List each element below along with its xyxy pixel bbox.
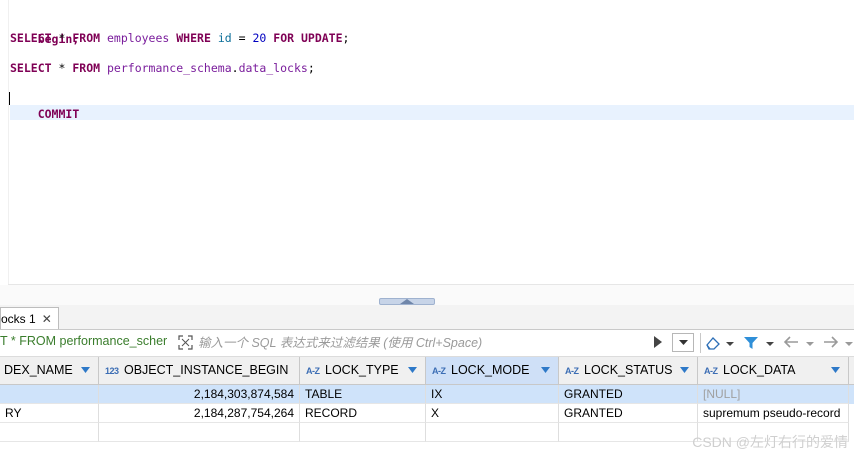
- semicolon-token: ;: [342, 31, 350, 45]
- keyword-where: WHERE: [176, 31, 211, 45]
- empty-cell: [559, 423, 698, 442]
- sort-icon[interactable]: [541, 367, 550, 373]
- dot-token: .: [231, 61, 239, 75]
- column-header-index-name[interactable]: DEX_NAME: [0, 357, 99, 385]
- cell-index-name[interactable]: [0, 385, 99, 404]
- keyword-commit: COMMIT: [37, 107, 80, 121]
- chevron-down-icon[interactable]: [845, 342, 853, 346]
- eraser-icon[interactable]: [704, 335, 722, 351]
- sort-icon[interactable]: [81, 367, 90, 373]
- empty-cell: [0, 423, 99, 442]
- close-icon[interactable]: ✕: [42, 308, 52, 330]
- column-header-label: DEX_NAME: [4, 363, 73, 377]
- code-line-2[interactable]: SELECT * FROM employees WHERE id = 20 FO…: [10, 30, 349, 46]
- query-text: T * FROM performance_scher: [0, 334, 168, 348]
- cell-index-name[interactable]: RY: [0, 404, 99, 423]
- arrow-left-icon[interactable]: [783, 335, 799, 349]
- equals-token: =: [238, 31, 246, 45]
- chevron-down-icon[interactable]: [726, 342, 734, 346]
- table-row[interactable]: 2,184,303,874,584 TABLE IX GRANTED [NULL…: [0, 385, 854, 404]
- semicolon-token: ;: [307, 61, 315, 75]
- table-identifier: data_locks: [238, 61, 308, 75]
- text-type-icon: A-Z: [432, 366, 446, 376]
- tab-label: ocks 1: [1, 311, 36, 326]
- keyword-select: SELECT: [10, 61, 52, 75]
- current-line-highlight: [10, 105, 854, 120]
- column-header-label: OBJECT_INSTANCE_BEGIN: [124, 363, 289, 377]
- column-header-lock-status[interactable]: A-Z LOCK_STATUS: [559, 357, 698, 385]
- tab-results-locks[interactable]: ocks 1 ✕: [0, 307, 59, 329]
- sort-icon[interactable]: [408, 367, 417, 373]
- text-type-icon: A-Z: [565, 366, 579, 376]
- sort-icon[interactable]: [680, 367, 689, 373]
- column-header-lock-mode[interactable]: A-Z LOCK_MODE: [426, 357, 559, 385]
- table-row[interactable]: RY 2,184,287,754,264 RECORD X GRANTED su…: [0, 404, 854, 423]
- keyword-for-update: FOR UPDATE: [273, 31, 343, 45]
- expand-icon[interactable]: [178, 335, 193, 350]
- star-token: *: [58, 61, 66, 75]
- cell-lock-status[interactable]: GRANTED: [559, 404, 698, 423]
- number-type-icon: 123: [105, 366, 119, 376]
- filter-icon[interactable]: [743, 335, 759, 351]
- number-literal: 20: [252, 31, 267, 45]
- keyword-from: FROM: [72, 31, 101, 45]
- code-line-1[interactable]: begin;: [10, 15, 80, 46]
- toolbar-divider: [700, 333, 701, 353]
- chevron-down-icon[interactable]: [806, 342, 814, 346]
- column-identifier: id: [217, 31, 232, 45]
- filter-history-dropdown[interactable]: [672, 333, 694, 352]
- column-header-label: LOCK_TYPE: [325, 363, 399, 377]
- splitter-handle[interactable]: [379, 298, 435, 305]
- cell-lock-type[interactable]: TABLE: [300, 385, 426, 404]
- column-header-object-instance-begin[interactable]: 123 OBJECT_INSTANCE_BEGIN: [99, 357, 300, 385]
- code-line-4[interactable]: COMMIT: [10, 90, 80, 121]
- text-type-icon: A-Z: [306, 366, 320, 376]
- column-header-label: LOCK_STATUS: [584, 363, 673, 377]
- empty-cell: [300, 423, 426, 442]
- column-header-filler: [849, 357, 854, 385]
- schema-identifier: performance_schema: [107, 61, 232, 75]
- cell-lock-type[interactable]: RECORD: [300, 404, 426, 423]
- keyword-from: FROM: [72, 61, 101, 75]
- cell-lock-mode[interactable]: IX: [426, 385, 559, 404]
- text-type-icon: A-Z: [704, 366, 718, 376]
- cell-object-instance-begin[interactable]: 2,184,287,754,264: [99, 404, 300, 423]
- results-tab-bar: ocks 1 ✕: [0, 305, 854, 330]
- sort-icon[interactable]: [831, 367, 840, 373]
- chevron-down-icon[interactable]: [766, 342, 774, 346]
- filter-bar: T * FROM performance_scher: [0, 330, 854, 357]
- column-header-label: LOCK_DATA: [723, 363, 796, 377]
- panel-splitter[interactable]: [0, 285, 854, 306]
- chevron-down-icon: [679, 340, 688, 345]
- chevron-up-icon: [400, 299, 414, 304]
- table-identifier: employees: [107, 31, 170, 45]
- star-token: *: [58, 31, 66, 45]
- watermark: CSDN @左灯右行的爱情: [692, 434, 848, 450]
- keyword-select: SELECT: [10, 31, 52, 45]
- arrow-right-icon[interactable]: [823, 335, 839, 349]
- editor-gutter: [0, 0, 9, 284]
- code-line-3[interactable]: SELECT * FROM performance_schema.data_lo…: [10, 60, 315, 76]
- sql-editor[interactable]: begin; SELECT * FROM employees WHERE id …: [0, 0, 854, 284]
- cell-object-instance-begin[interactable]: 2,184,303,874,584: [99, 385, 300, 404]
- cell-lock-data[interactable]: [NULL]: [698, 385, 849, 404]
- filter-expression-input[interactable]: [196, 332, 654, 354]
- column-header-label: LOCK_MODE: [451, 363, 530, 377]
- cell-lock-status[interactable]: GRANTED: [559, 385, 698, 404]
- column-header-lock-data[interactable]: A-Z LOCK_DATA: [698, 357, 849, 385]
- column-header-lock-type[interactable]: A-Z LOCK_TYPE: [300, 357, 426, 385]
- cell-lock-mode[interactable]: X: [426, 404, 559, 423]
- play-icon[interactable]: [653, 336, 663, 348]
- cell-lock-data[interactable]: supremum pseudo-record: [698, 404, 849, 423]
- empty-cell: [426, 423, 559, 442]
- empty-cell: [99, 423, 300, 442]
